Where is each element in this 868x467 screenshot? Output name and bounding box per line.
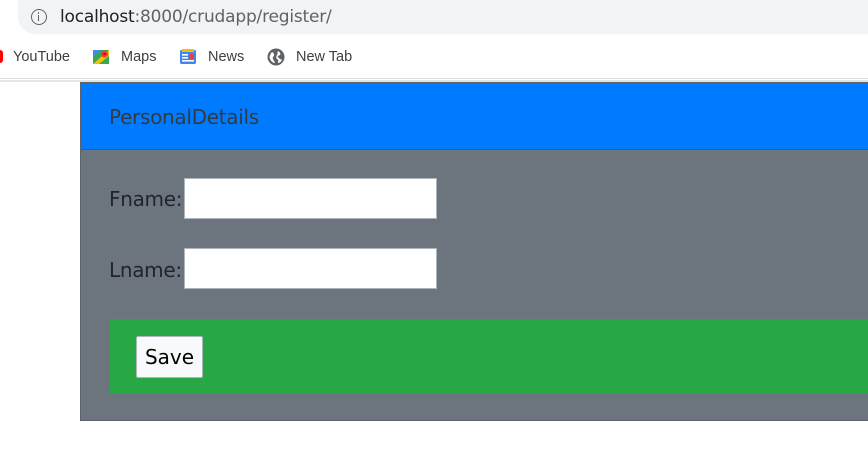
card-footer: Save	[109, 319, 868, 394]
url-host: localhost	[60, 7, 135, 27]
site-info-icon[interactable]	[31, 9, 47, 25]
youtube-icon	[0, 50, 3, 63]
card-header: PersonalDetails	[81, 83, 868, 150]
news-icon	[180, 49, 196, 64]
url-path: :8000/crudapp/register/	[134, 7, 332, 27]
personal-details-card: PersonalDetails Fname: Lname: Save	[80, 82, 868, 421]
maps-icon	[93, 50, 109, 64]
bookmark-new-tab[interactable]: New Tab	[267, 48, 357, 68]
bookmark-maps[interactable]: Maps	[92, 48, 162, 68]
save-button[interactable]: Save	[136, 336, 203, 378]
bookmark-label: YouTube	[13, 49, 70, 65]
bookmark-label: Maps	[121, 49, 157, 65]
fname-label: Fname:	[109, 187, 183, 211]
bookmarks-bar: YouTube Maps News New Tab	[0, 40, 868, 79]
card-title: PersonalDetails	[109, 105, 259, 129]
bookmark-label: New Tab	[296, 49, 353, 65]
lname-label: Lname:	[109, 258, 182, 282]
fname-input[interactable]	[184, 178, 437, 219]
globe-icon	[267, 48, 285, 66]
lname-input[interactable]	[184, 248, 437, 289]
address-bar-area: localhost:8000/crudapp/register/	[0, 0, 868, 40]
bookmark-news[interactable]: News	[179, 48, 249, 68]
bookmark-label: News	[208, 49, 245, 65]
url-text[interactable]: localhost:8000/crudapp/register/	[60, 6, 332, 28]
bookmark-youtube[interactable]: YouTube	[0, 48, 80, 68]
